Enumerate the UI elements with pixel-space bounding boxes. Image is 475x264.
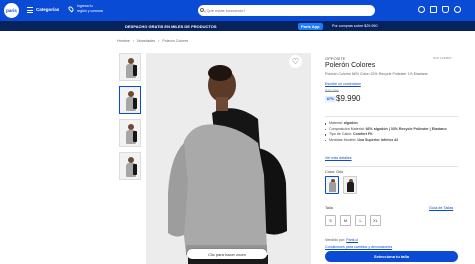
thumbnail[interactable]	[119, 119, 141, 147]
breadcrumb-current: Polerón Colores	[162, 39, 189, 43]
size-label: Talla	[325, 206, 333, 210]
account-icon[interactable]	[418, 6, 425, 13]
paris-logo[interactable]: paris	[4, 3, 19, 18]
size-option-s[interactable]: S	[325, 215, 336, 226]
location-selector[interactable]: Ingresa tu región y comuna	[77, 4, 103, 14]
color-swatch-black[interactable]	[343, 176, 357, 194]
write-review-link[interactable]: Escribe un comentario	[325, 82, 361, 86]
product-title: Polerón Colores	[325, 62, 376, 69]
returns-conditions-link[interactable]: Condiciones para cambios y devoluciones	[325, 245, 392, 249]
product-brand[interactable]: OPPOSITE	[325, 56, 345, 61]
promo-tail-text: Por compras sobre $29.990	[332, 23, 378, 28]
select-size-button[interactable]: Selecciona tu talla	[325, 251, 458, 262]
color-swatch-grey[interactable]	[325, 176, 339, 194]
size-option-l[interactable]: L	[355, 215, 366, 226]
search-input[interactable]	[204, 5, 369, 16]
product-photo	[146, 53, 311, 264]
location-line2: región y comuna	[77, 9, 103, 13]
thumbnail-active[interactable]	[119, 86, 141, 114]
more-details-link[interactable]: Ver más detalles	[325, 156, 352, 160]
top-bar: paris Categorías Ingresa tu región y com…	[0, 0, 475, 21]
size-option-xl[interactable]: XL	[370, 215, 381, 226]
promo-banner: DESPACHO GRATIS EN MILES DE PRODUCTOS Pa…	[0, 21, 475, 31]
product-sku: SKU 1234567	[433, 56, 452, 60]
location-pin-icon	[67, 5, 75, 13]
divider	[325, 116, 458, 117]
search-box[interactable]	[198, 5, 375, 16]
discount-badge: 67%	[325, 96, 337, 102]
breadcrumb-separator: ›	[132, 39, 134, 43]
product-subtitle: Polerón Colores 66% Coton 33% Recycle Po…	[325, 72, 428, 76]
promo-app-badge[interactable]: Paris App	[298, 22, 323, 30]
divider	[325, 166, 458, 167]
current-price: $9.990	[336, 94, 361, 103]
favorites-icon[interactable]	[454, 6, 461, 13]
promo-text: DESPACHO GRATIS EN MILES DE PRODUCTOS	[125, 23, 217, 29]
breadcrumb-hombre[interactable]: Hombre	[117, 39, 130, 43]
menu-icon[interactable]	[27, 7, 33, 13]
spec-item: Medidas Modelo: Usa Superior Inferior 42	[325, 138, 465, 144]
old-price: $29.990	[325, 89, 339, 93]
size-option-m[interactable]: M	[340, 215, 351, 226]
favorite-heart-icon[interactable]: ♡	[289, 55, 302, 68]
breadcrumb-separator: ›	[158, 39, 160, 43]
color-label: Color: Gris	[325, 170, 344, 174]
breadcrumb-novedades[interactable]: Novedades	[137, 39, 155, 43]
seller-prefix: Vendido por:	[325, 238, 346, 242]
product-main-image[interactable]	[146, 53, 311, 264]
thumbnail[interactable]	[119, 53, 141, 81]
spec-list: Material: algodón Composición Material: …	[325, 121, 465, 143]
categories-button[interactable]: Categorías	[36, 7, 59, 12]
cart-icon[interactable]	[442, 6, 449, 13]
search-icon[interactable]	[200, 8, 204, 12]
size-guide-link[interactable]: Guía de Tallas	[429, 206, 453, 210]
thumbnail[interactable]	[119, 152, 141, 180]
breadcrumb: Hombre › Novedades › Polerón Colores	[117, 39, 190, 43]
seller-info: Vendido por: Paris.cl	[325, 238, 358, 242]
zoom-hint[interactable]: Clic para hacer zoom	[187, 249, 267, 259]
orders-icon[interactable]	[430, 6, 437, 13]
seller-link[interactable]: Paris.cl	[346, 238, 358, 242]
